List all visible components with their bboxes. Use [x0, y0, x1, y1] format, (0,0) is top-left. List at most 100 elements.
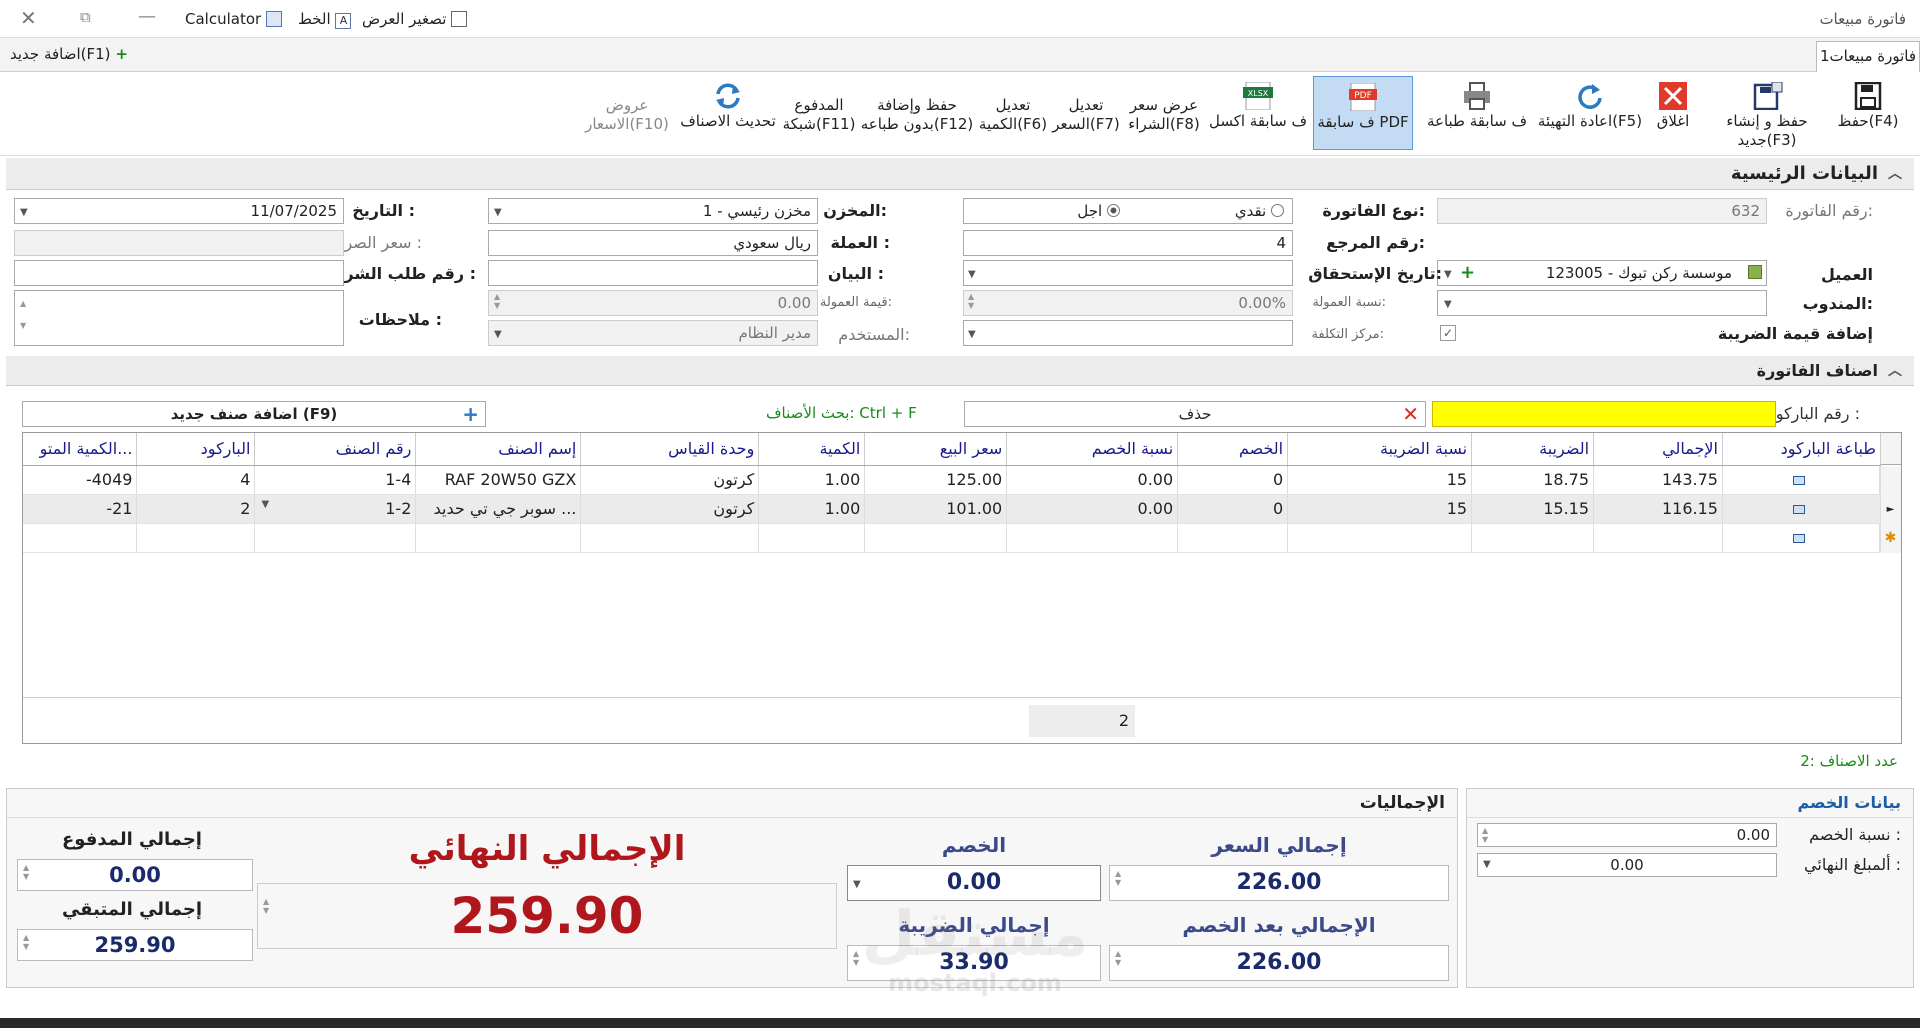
tax-total-value[interactable]: 33.90	[847, 945, 1101, 981]
final-total-spinner[interactable]: ▲ ▼	[263, 897, 269, 915]
current-row-indicator[interactable]: ►	[1879, 495, 1901, 524]
reference-field[interactable]: 4	[963, 230, 1293, 256]
cell[interactable]: 2	[136, 494, 256, 524]
col-header[interactable]: طباعة الباركود	[1722, 433, 1882, 466]
cell[interactable]: 1.00	[758, 465, 866, 495]
currency-field[interactable]: ريال سعودي	[488, 230, 818, 256]
cell[interactable]: 143.75	[1593, 465, 1723, 495]
cell[interactable]: 4	[136, 465, 256, 495]
add-item-button[interactable]: اضافة صنف جديد (F9) +	[22, 401, 486, 427]
discount-value[interactable]: 0.00	[847, 865, 1101, 901]
add-tax-checkbox[interactable]: ✓	[1440, 325, 1456, 341]
col-header[interactable]: الكمية	[758, 433, 866, 466]
rep-field[interactable]	[1437, 290, 1767, 316]
paid-network-button[interactable]: المدفوع شبكة(F11)	[782, 76, 856, 150]
net-total-spinner[interactable]: ▲ ▼	[1115, 949, 1121, 967]
delete-field[interactable]: حذف ✕	[964, 401, 1426, 427]
show-purchase-price-button[interactable]: عرض سعر الشراء(F8)	[1124, 76, 1204, 150]
final-amount-field[interactable]: 0.00	[1477, 853, 1777, 877]
cell[interactable]: 0.00	[1006, 494, 1179, 524]
close-icon[interactable]: ✕	[20, 6, 37, 30]
invoice-number-field[interactable]: 632	[1437, 198, 1767, 224]
print-barcode-cell[interactable]	[1722, 523, 1882, 553]
rep-dropdown-icon[interactable]: ▼	[1444, 299, 1452, 310]
tab-sales-invoice[interactable]: فاتورة مبيعات1	[1816, 41, 1920, 72]
edit-quantity-button[interactable]: تعديل الكمية(F6)	[978, 76, 1048, 150]
col-header[interactable]: رقم الصنف	[254, 433, 417, 466]
credit-radio[interactable]: اجل	[1077, 199, 1120, 223]
user-dropdown-icon[interactable]: ▼	[494, 329, 502, 340]
statement-field[interactable]	[488, 260, 818, 286]
barcode-input[interactable]	[1432, 401, 1776, 427]
cell[interactable]: -4049	[23, 465, 138, 495]
close-button[interactable]: اغلاق	[1647, 76, 1699, 150]
store-dropdown-icon[interactable]: ▼	[494, 207, 502, 218]
discount-rate-spinner[interactable]: ▲ ▼	[1482, 826, 1488, 844]
cell[interactable]: 15	[1287, 494, 1473, 524]
commission-value-spinner[interactable]: ▲ ▼	[494, 292, 500, 310]
cell[interactable]: -21	[23, 494, 138, 524]
add-new-tab-button[interactable]: اضافة جديد(F1) +	[10, 45, 128, 63]
print-barcode-cell[interactable]	[1722, 465, 1882, 495]
exchange-rate-field[interactable]	[14, 230, 344, 256]
print-barcode-icon[interactable]	[1793, 476, 1806, 485]
font-button[interactable]: الخط A	[298, 10, 352, 29]
print-preview-button[interactable]: ف سابقة طباعة	[1421, 76, 1533, 150]
price-offers-button[interactable]: عروض الاسعار(F10)	[580, 76, 674, 150]
cell[interactable]: 1-4	[254, 465, 417, 495]
cell[interactable]: 15	[1287, 465, 1473, 495]
paid-total-spinner[interactable]: ▲ ▼	[23, 863, 29, 881]
commission-value-field[interactable]: 0.00	[488, 290, 818, 316]
col-header[interactable]: الضريبة	[1471, 433, 1595, 466]
due-date-dropdown-icon[interactable]: ▼	[968, 269, 976, 280]
cost-center-field[interactable]	[963, 320, 1293, 346]
cell[interactable]: 18.75	[1471, 465, 1595, 495]
cell[interactable]: 101.00	[864, 494, 1008, 524]
zoom-out-button[interactable]: تصغير العرض	[362, 10, 468, 28]
reset-button[interactable]: اعادة التهيئة(F5)	[1537, 76, 1643, 150]
purchase-order-field[interactable]	[14, 260, 344, 286]
final-amount-dropdown-icon[interactable]: ▼	[1483, 859, 1491, 870]
cash-radio[interactable]: نقدي	[1235, 199, 1284, 223]
cell[interactable]: 15.15	[1471, 494, 1595, 524]
cell[interactable]: 0	[1177, 465, 1289, 495]
commission-rate-field[interactable]: 0.00%	[963, 290, 1293, 316]
notes-scroll[interactable]: ▲ ▼	[20, 293, 26, 337]
calculator-button[interactable]: Calculator	[185, 10, 282, 28]
user-field[interactable]: مدير النظام	[488, 320, 818, 346]
date-field[interactable]: 11/07/2025	[14, 198, 344, 224]
discount-dropdown-icon[interactable]: ▼	[853, 879, 861, 890]
date-dropdown-icon[interactable]: ▼	[20, 207, 28, 218]
restore-icon[interactable]: ⧉	[80, 8, 91, 26]
gross-total-spinner[interactable]: ▲ ▼	[1115, 869, 1121, 887]
pdf-preview-button[interactable]: PDF ف سابقة PDF	[1313, 76, 1413, 150]
save-add-no-print-button[interactable]: حفظ وإضافة بدون طباعه(F12)	[860, 76, 974, 150]
cell[interactable]: سوبر جي تي حديد ...	[415, 494, 582, 524]
new-row-indicator[interactable]: ✱	[1879, 524, 1901, 553]
col-header[interactable]: الإجمالي	[1593, 433, 1723, 466]
delete-icon[interactable]: ✕	[1402, 402, 1419, 426]
cell[interactable]: 1-2 ▼	[254, 494, 417, 524]
col-header[interactable]: إسم الصنف	[415, 433, 582, 466]
tax-total-spinner[interactable]: ▲ ▼	[853, 949, 859, 967]
remaining-total-value[interactable]: 259.90	[17, 929, 253, 961]
customer-dropdown-icon[interactable]: ▼	[1444, 269, 1452, 280]
customer-field[interactable]: 123005 - موسسة ركن تبوك	[1437, 260, 1767, 286]
add-customer-icon[interactable]: +	[1460, 262, 1475, 283]
cell[interactable]: 0	[1177, 494, 1289, 524]
row-indicator-1[interactable]	[1879, 466, 1901, 495]
cell[interactable]: 125.00	[864, 465, 1008, 495]
cell[interactable]: كرتون	[580, 494, 760, 524]
commission-rate-spinner[interactable]: ▲ ▼	[968, 292, 974, 310]
col-header[interactable]: وحدة القياس	[580, 433, 760, 466]
notes-field[interactable]	[14, 290, 344, 346]
col-header[interactable]: الكمية المتو...	[23, 433, 138, 466]
table-row[interactable]: -21 2 1-2 ▼ سوبر جي تي حديد ... كرتون 1.0…	[23, 494, 1882, 524]
save-button[interactable]: حفظ(F4)	[1835, 76, 1901, 150]
cell[interactable]: 1.00	[758, 494, 866, 524]
refresh-items-button[interactable]: تحديث الاصناف	[678, 76, 778, 150]
col-header[interactable]: الخصم	[1177, 433, 1289, 466]
main-data-section-header[interactable]: البيانات الرئيسية ︿	[6, 158, 1914, 190]
store-field[interactable]: 1 - مخزن رئيسي	[488, 198, 818, 224]
col-header[interactable]: نسبة الضريبة	[1287, 433, 1473, 466]
